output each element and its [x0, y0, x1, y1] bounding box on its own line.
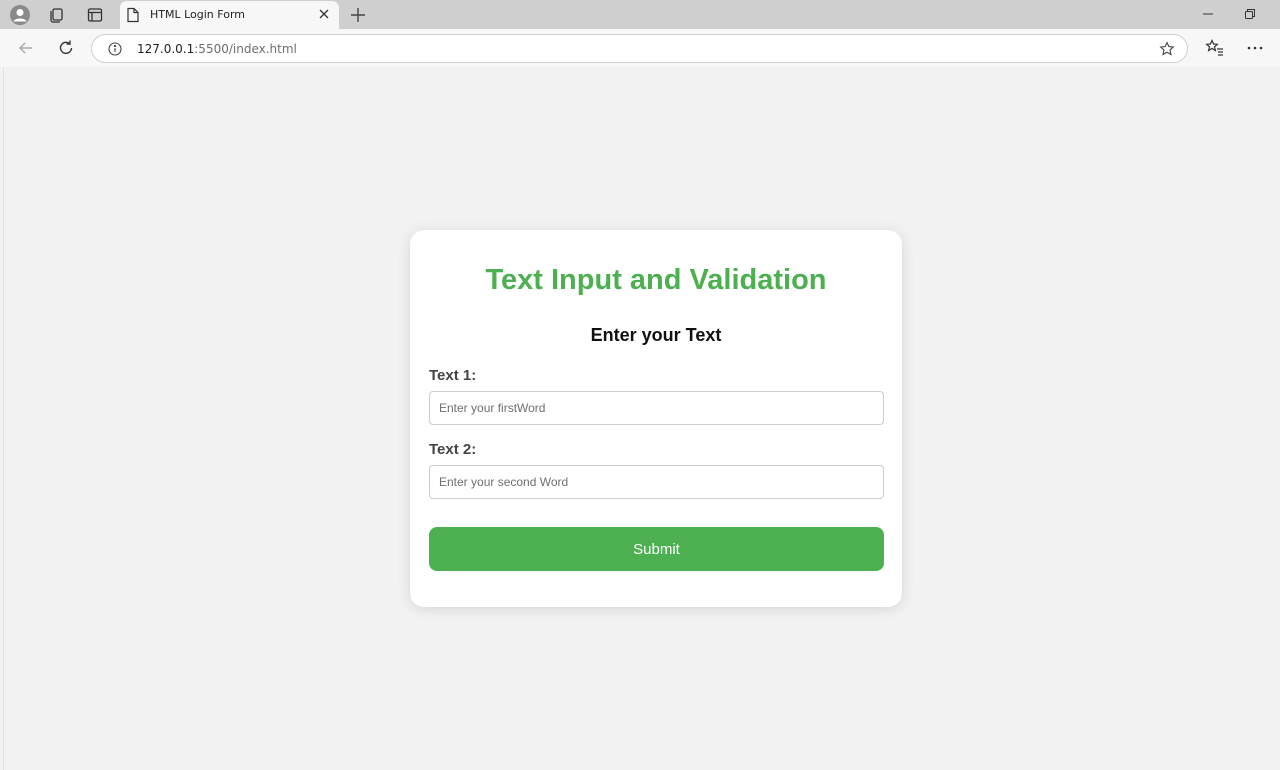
collections-icon[interactable]: [46, 4, 68, 26]
site-info-icon[interactable]: [108, 42, 122, 56]
close-tab-icon[interactable]: [317, 7, 331, 21]
text2-input[interactable]: [429, 465, 884, 499]
favorite-star-icon[interactable]: [1159, 41, 1175, 57]
form-card: Text Input and Validation Enter your Tex…: [410, 230, 902, 607]
restore-icon[interactable]: [1242, 6, 1258, 22]
submit-button[interactable]: Submit: [429, 527, 884, 571]
minimize-icon[interactable]: [1200, 6, 1216, 22]
tab-active[interactable]: HTML Login Form: [120, 1, 339, 29]
tab-actions-icon[interactable]: [84, 4, 106, 26]
page-title: Text Input and Validation: [485, 264, 827, 296]
new-tab-icon[interactable]: [348, 5, 368, 25]
navigation-bar: 127.0.0.1:5500/index.html: [0, 29, 1280, 67]
address-bar[interactable]: 127.0.0.1:5500/index.html: [91, 34, 1188, 63]
text1-input[interactable]: [429, 391, 884, 425]
tab-title: HTML Login Form: [150, 8, 245, 21]
tab-strip: HTML Login Form: [0, 0, 1280, 29]
back-icon[interactable]: [16, 38, 36, 58]
favorites-icon[interactable]: [1205, 38, 1225, 58]
text1-label: Text 1:: [429, 367, 477, 384]
text2-label: Text 2:: [429, 441, 477, 458]
profile-icon[interactable]: [9, 4, 31, 26]
form-subtitle: Enter your Text: [590, 325, 722, 345]
refresh-icon[interactable]: [56, 38, 76, 58]
url-path: :5500/index.html: [194, 42, 297, 56]
document-icon: [126, 7, 140, 28]
url-text: 127.0.0.1:5500/index.html: [137, 42, 297, 56]
url-host: 127.0.0.1: [137, 42, 195, 56]
more-options-icon[interactable]: [1245, 38, 1265, 58]
